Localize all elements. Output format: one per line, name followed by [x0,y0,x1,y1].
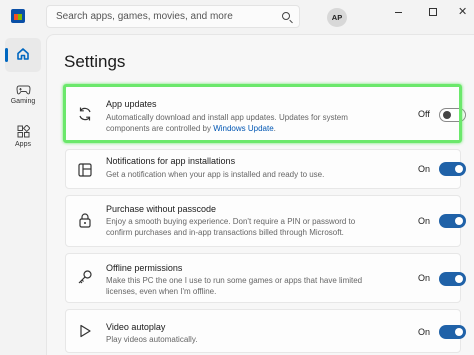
setting-description: Enjoy a smooth buying experience. Don't … [106,217,356,237]
setting-title: Purchase without passcode [106,204,217,214]
sidebar-item-home[interactable] [5,38,41,72]
play-icon [80,324,91,338]
key-icon [78,270,92,284]
sidebar-nav: Gaming Apps [0,34,46,355]
purchase-passcode-toggle[interactable] [439,214,466,228]
purchase-passcode-setting: Purchase without passcode Enjoy a smooth… [65,195,466,247]
notifications-toggle[interactable] [439,162,466,176]
offline-permissions-toggle[interactable] [439,272,466,286]
toggle-knob [455,328,463,336]
setting-state-label: On [418,273,431,283]
toggle-knob [455,217,463,225]
sidebar-item-label: Apps [15,141,31,148]
title-bar: Search apps, games, movies, and more AP … [0,0,474,34]
setting-title: Offline permissions [106,263,183,273]
setting-title: Video autoplay [106,322,166,332]
setting-description: Play videos automatically. [106,335,198,344]
toggle-knob [455,165,463,173]
minimize-icon[interactable] [392,6,406,18]
video-autoplay-toggle[interactable] [439,325,466,339]
sidebar-item-apps[interactable]: Apps [0,125,46,148]
gamepad-icon [15,85,31,95]
toggle-knob [455,275,463,283]
setting-state-label: On [418,216,431,226]
setting-title: Notifications for app installations [106,156,236,166]
lock-icon [79,213,91,228]
setting-state-label: On [418,164,431,174]
offline-permissions-setting: Offline permissions Make this PC the one… [65,253,466,303]
settings-page: Settings App updates Automatically downl… [46,34,474,355]
search-placeholder: Search apps, games, movies, and more [56,11,233,22]
notifications-setting: Notifications for app installations Get … [65,149,466,189]
setting-description: Get a notification when your app is inst… [106,170,325,179]
store-logo-icon [11,9,25,23]
sidebar-item-gaming[interactable]: Gaming [0,84,46,105]
home-icon [17,48,29,60]
setting-description: Make this PC the one I use to run some g… [106,276,363,296]
page-title: Settings [64,52,126,71]
maximize-icon[interactable] [426,6,440,18]
setting-state-label: On [418,327,431,337]
highlight-box [63,84,462,143]
search-icon[interactable] [282,12,290,20]
close-icon[interactable]: ✕ [458,6,472,18]
account-avatar[interactable]: AP [327,8,347,27]
sidebar-item-label: Gaming [10,98,36,105]
search-input[interactable]: Search apps, games, movies, and more [46,5,300,28]
apps-icon [17,125,30,138]
video-autoplay-setting: Video autoplay Play videos automatically… [65,309,466,353]
notification-icon [78,163,92,177]
